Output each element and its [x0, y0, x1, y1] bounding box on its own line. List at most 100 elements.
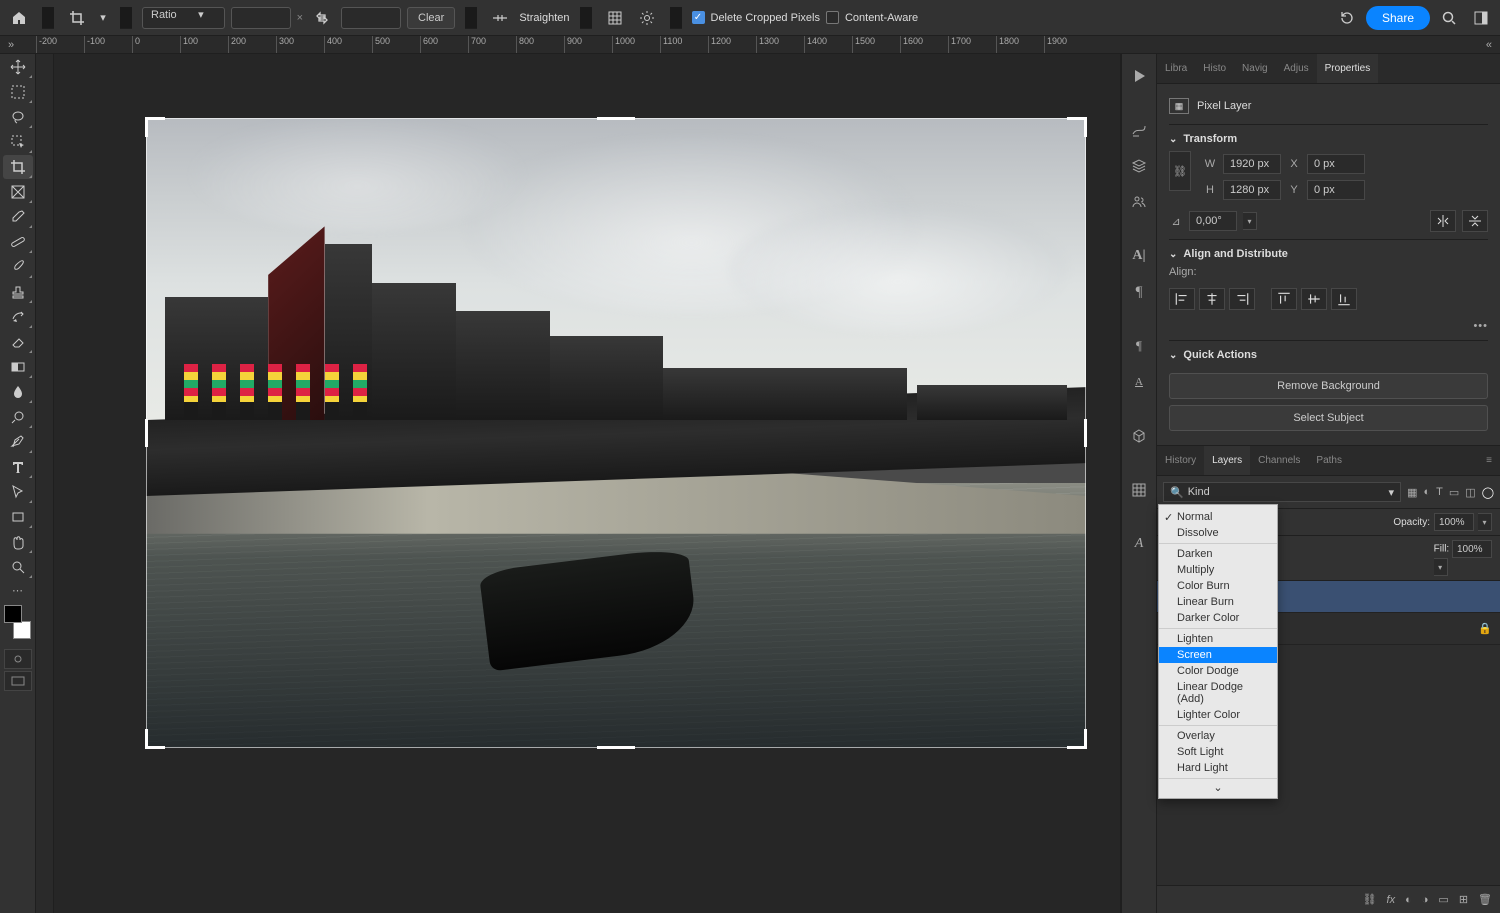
new-group-icon[interactable]: ▭ [1438, 893, 1448, 906]
filter-toggle-icon[interactable]: ◯ [1482, 486, 1494, 499]
blend-darker-color[interactable]: Darker Color [1159, 610, 1277, 626]
straighten-label[interactable]: Straighten [519, 12, 569, 24]
quick-actions-header[interactable]: ⌄Quick Actions [1169, 349, 1488, 367]
tab-channels[interactable]: Channels [1250, 446, 1308, 475]
crop-tool-indicator[interactable] [64, 5, 90, 31]
lock-icon[interactable]: 🔒 [1478, 622, 1492, 635]
align-hcenter-button[interactable] [1199, 288, 1225, 310]
content-aware-checkbox[interactable]: Content-Aware [826, 11, 918, 24]
select-subject-button[interactable]: Select Subject [1169, 405, 1488, 431]
height-input[interactable] [1223, 180, 1281, 200]
background-color[interactable] [13, 621, 31, 639]
align-top-button[interactable] [1271, 288, 1297, 310]
opacity-input[interactable] [1434, 513, 1474, 531]
tab-libraries[interactable]: Libra [1157, 54, 1195, 83]
dock-play-icon[interactable] [1125, 62, 1153, 90]
blend-color-burn[interactable]: Color Burn [1159, 578, 1277, 594]
aspect-ratio-select[interactable]: Ratio ▾ [142, 7, 225, 29]
vertical-ruler[interactable] [36, 54, 54, 913]
lasso-tool[interactable] [3, 105, 33, 129]
flip-vertical-button[interactable] [1462, 210, 1488, 232]
tab-layers[interactable]: Layers [1204, 446, 1250, 475]
dock-paragraph-icon[interactable]: ¶ [1125, 278, 1153, 306]
shape-tool[interactable] [3, 505, 33, 529]
canvas-area[interactable] [36, 54, 1120, 913]
opacity-drop[interactable]: ▾ [1478, 513, 1492, 531]
healing-brush-tool[interactable] [3, 230, 33, 254]
quick-mask-toggle[interactable] [4, 649, 32, 669]
fill-input[interactable] [1452, 540, 1492, 558]
blur-tool[interactable] [3, 380, 33, 404]
delete-layer-icon[interactable]: 🗑 [1478, 893, 1492, 906]
align-more-button[interactable]: ••• [1473, 320, 1488, 332]
crop-tool[interactable] [3, 155, 33, 179]
link-wh-icon[interactable]: ⛓ [1169, 151, 1191, 191]
pen-tool[interactable] [3, 430, 33, 454]
align-right-button[interactable] [1229, 288, 1255, 310]
new-fill-layer-icon[interactable]: ◑ [1422, 894, 1429, 906]
color-swatches[interactable] [4, 605, 31, 645]
hand-tool[interactable] [3, 530, 33, 554]
tab-adjustments[interactable]: Adjus [1276, 54, 1317, 83]
flip-horizontal-button[interactable] [1430, 210, 1456, 232]
move-tool[interactable] [3, 55, 33, 79]
blend-darken[interactable]: Darken [1159, 546, 1277, 562]
fill-drop[interactable]: ▾ [1434, 558, 1448, 576]
blend-lighter-color[interactable]: Lighter Color [1159, 707, 1277, 723]
expand-right-icon[interactable]: « [1486, 39, 1492, 51]
crop-width-input[interactable] [231, 7, 291, 29]
tab-histogram[interactable]: Histo [1195, 54, 1234, 83]
panel-menu-button[interactable]: ≡ [1478, 446, 1500, 475]
reset-crop-button[interactable] [1334, 5, 1360, 31]
layer-filter-kind[interactable]: 🔍 Kind▾ [1163, 482, 1401, 502]
dock-character-icon[interactable]: A| [1125, 242, 1153, 270]
path-selection-tool[interactable] [3, 480, 33, 504]
foreground-color[interactable] [4, 605, 22, 623]
search-button[interactable] [1436, 5, 1462, 31]
blend-multiply[interactable]: Multiply [1159, 562, 1277, 578]
angle-dropdown[interactable]: ▾ [1243, 212, 1257, 230]
horizontal-ruler[interactable]: » -200 -100 0 100 200 300 400 500 600 70… [0, 36, 1500, 54]
clear-button[interactable]: Clear [407, 7, 455, 29]
swap-dimensions-button[interactable] [309, 5, 335, 31]
dodge-tool[interactable] [3, 405, 33, 429]
dock-brushes-icon[interactable] [1125, 116, 1153, 144]
blend-screen[interactable]: Screen [1159, 647, 1277, 663]
tool-preset-dropdown[interactable]: ▾ [96, 5, 110, 31]
document-canvas[interactable] [146, 118, 1086, 748]
crop-options-gear[interactable] [634, 5, 660, 31]
filter-type-icon[interactable]: T [1436, 486, 1443, 498]
eraser-tool[interactable] [3, 330, 33, 354]
filter-adjustment-icon[interactable]: ◐ [1423, 486, 1430, 498]
tab-paths[interactable]: Paths [1308, 446, 1350, 475]
angle-input[interactable] [1189, 211, 1237, 231]
layer-fx-icon[interactable]: fx [1387, 894, 1396, 906]
dock-layers-icon[interactable] [1125, 152, 1153, 180]
dock-grid-icon[interactable] [1125, 476, 1153, 504]
straighten-icon-button[interactable] [487, 5, 513, 31]
filter-shape-icon[interactable]: ▭ [1449, 486, 1459, 499]
expand-left-icon[interactable]: » [8, 39, 14, 51]
filter-smartobj-icon[interactable]: ◫ [1465, 486, 1475, 499]
type-tool[interactable] [3, 455, 33, 479]
home-button[interactable] [6, 5, 32, 31]
tab-history[interactable]: History [1157, 446, 1204, 475]
eyedropper-tool[interactable] [3, 205, 33, 229]
object-selection-tool[interactable] [3, 130, 33, 154]
blend-lighten[interactable]: Lighten [1159, 631, 1277, 647]
align-section-header[interactable]: ⌄Align and Distribute [1169, 248, 1488, 266]
blend-dissolve[interactable]: Dissolve [1159, 525, 1277, 541]
dock-paragraph-styles-icon[interactable]: ¶ [1125, 332, 1153, 360]
filter-pixel-icon[interactable]: ▦ [1407, 486, 1417, 499]
blend-linear-dodge[interactable]: Linear Dodge (Add) [1159, 679, 1277, 707]
width-input[interactable] [1223, 154, 1281, 174]
dropdown-more-icon[interactable]: ⌄ [1159, 779, 1277, 796]
blend-linear-burn[interactable]: Linear Burn [1159, 594, 1277, 610]
crop-height-input[interactable] [341, 7, 401, 29]
layer-mask-icon[interactable]: ◐ [1405, 894, 1412, 906]
tool-overflow[interactable]: ⋯ [0, 580, 35, 601]
tab-navigator[interactable]: Navig [1234, 54, 1276, 83]
y-input[interactable] [1307, 180, 1365, 200]
blend-overlay[interactable]: Overlay [1159, 728, 1277, 744]
blend-mode-dropdown[interactable]: Normal Dissolve Darken Multiply Color Bu… [1158, 504, 1278, 799]
